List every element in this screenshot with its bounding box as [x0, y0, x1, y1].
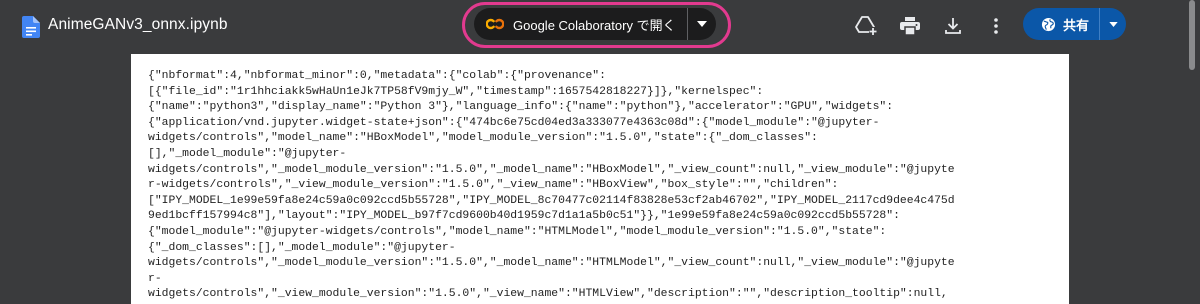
document-text: {"nbformat":4,"nbformat_minor":0,"metada…	[131, 54, 1069, 303]
share-button[interactable]: 共有	[1023, 8, 1126, 40]
document-icon	[22, 16, 40, 38]
share-dropdown[interactable]	[1100, 8, 1126, 40]
top-bar: AnimeGANv3_onnx.ipynb Google Colaborator…	[0, 0, 1200, 52]
document-line: r-widgets/controls","_view_module_versio…	[148, 179, 839, 192]
document-line: {"application/vnd.jupyter.widget-state+j…	[148, 116, 880, 129]
colab-logo	[486, 18, 504, 30]
document-line: {"_dom_classes":[],"_model_module":"@jup…	[148, 241, 456, 254]
document-page: {"nbformat":4,"nbformat_minor":0,"metada…	[131, 54, 1069, 304]
document-line: 9ed1bcff157994c8"],"layout":"IPY_MODEL_b…	[148, 210, 900, 223]
caret-down-icon	[697, 21, 707, 27]
document-line: widgets/controls","_model_module_version…	[148, 257, 955, 270]
add-to-drive-icon[interactable]	[854, 14, 878, 38]
document-line: {"nbformat":4,"nbformat_minor":0,"metada…	[148, 70, 606, 82]
document-line: r-	[148, 272, 162, 285]
document-line: [],"_model_module":"@jupyter-	[148, 147, 347, 160]
scrollbar[interactable]	[1189, 0, 1195, 70]
download-icon[interactable]	[941, 14, 965, 38]
document-line: widgets/controls","_model_module_version…	[148, 163, 955, 176]
file-title: AnimeGANv3_onnx.ipynb	[48, 16, 228, 33]
open-with-colab-button[interactable]: Google Colaboratory で開く	[474, 8, 716, 40]
document-line: [{"file_id":"1r1hhciakk5wHaUn1eJk7TP58fV…	[148, 85, 764, 98]
share-label: 共有	[1063, 17, 1090, 33]
open-with-colab-label: Google Colaboratory で開く	[513, 17, 676, 33]
more-vert-icon[interactable]	[984, 14, 1008, 38]
globe-icon	[1041, 17, 1056, 31]
print-icon[interactable]	[898, 14, 922, 38]
document-line: widgets/controls","model_name":"HBoxMode…	[148, 132, 818, 145]
caret-down-icon	[1108, 21, 1118, 27]
document-line: ["IPY_MODEL_1e99e59fa8e24c59a0c092ccd5b5…	[148, 194, 955, 207]
share-main[interactable]: 共有	[1023, 8, 1099, 40]
document-line: {"model_module":"@jupyter-widgets/contro…	[148, 225, 887, 238]
document-line: widgets/controls","_view_module_version"…	[148, 288, 948, 301]
document-line: {"name":"python3","display_name":"Python…	[148, 101, 894, 114]
open-with-colab-main[interactable]: Google Colaboratory で開く	[474, 8, 687, 40]
